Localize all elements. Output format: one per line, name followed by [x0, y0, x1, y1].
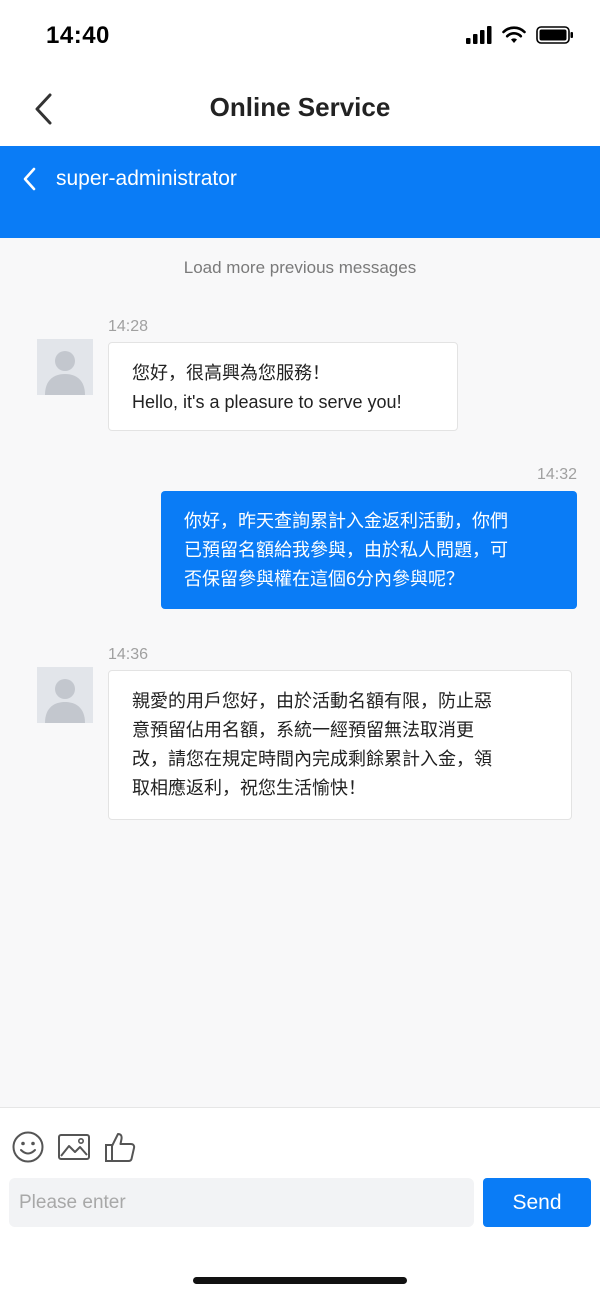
message-input[interactable] — [9, 1178, 474, 1227]
message-text: 意預留佔用名額，系統一經預留無法取消更 — [132, 720, 474, 740]
home-indicator — [193, 1277, 407, 1284]
chat-partner-name: super-administrator — [56, 167, 237, 190]
image-icon — [58, 1134, 90, 1160]
chat-back-button[interactable] — [20, 166, 40, 192]
chat-header: super-administrator — [0, 146, 600, 238]
battery-icon — [536, 26, 573, 44]
send-button[interactable]: Send — [483, 1178, 591, 1227]
avatar-icon — [37, 339, 93, 395]
message-bubble-outgoing: 你好，昨天查詢累計入金返利活動，你們 已預留名額給我參與，由於私人問題，可 否保… — [161, 491, 577, 609]
message-text: 你好，昨天查詢累計入金返利活動，你們 — [184, 511, 508, 531]
composer-bar: Send — [0, 1107, 600, 1298]
message-timestamp: 14:32 — [536, 466, 577, 483]
status-icons — [466, 26, 574, 44]
avatar — [37, 667, 93, 723]
message-text: 您好，很高興為您服務！ — [132, 363, 330, 383]
image-button[interactable] — [57, 1130, 91, 1164]
message-text: Hello, it's a pleasure to serve you! — [132, 392, 402, 412]
message-text: 取相應返利，祝您生活愉快！ — [132, 778, 366, 798]
status-bar: 14:40 — [0, 0, 600, 72]
message-bubble-incoming: 親愛的用戶您好，由於活動名額有限，防止惡 意預留佔用名額，系統一經預留無法取消更… — [108, 670, 572, 820]
nav-bar: Online Service — [0, 72, 600, 146]
signal-icon — [466, 26, 492, 44]
message-text: 親愛的用戶您好，由於活動名額有限，防止惡 — [132, 691, 492, 711]
message-timestamp: 14:28 — [108, 318, 149, 335]
like-button[interactable] — [103, 1130, 137, 1164]
message-bubble-incoming: 您好，很高興為您服務！ Hello, it's a pleasure to se… — [108, 342, 458, 431]
emoji-icon — [12, 1131, 44, 1163]
page-title: Online Service — [209, 92, 391, 122]
avatar-icon — [37, 667, 93, 723]
status-time: 14:40 — [46, 22, 110, 49]
wifi-icon — [502, 26, 526, 43]
emoji-button[interactable] — [11, 1130, 45, 1164]
message-text: 改，請您在規定時間內完成剩餘累計入金，領 — [132, 749, 492, 769]
load-more-link[interactable]: Load more previous messages — [0, 258, 600, 278]
message-timestamp: 14:36 — [108, 646, 149, 663]
message-text: 否保留參與權在這個6分內參與呢？ — [184, 569, 465, 589]
message-text: 已預留名額給我參與，由於私人問題，可 — [184, 540, 508, 560]
chat-area[interactable]: Load more previous messages 14:28 您好，很高興… — [0, 238, 600, 1108]
back-chevron-icon — [23, 167, 36, 191]
avatar — [37, 339, 93, 395]
thumbs-up-icon — [105, 1133, 136, 1162]
